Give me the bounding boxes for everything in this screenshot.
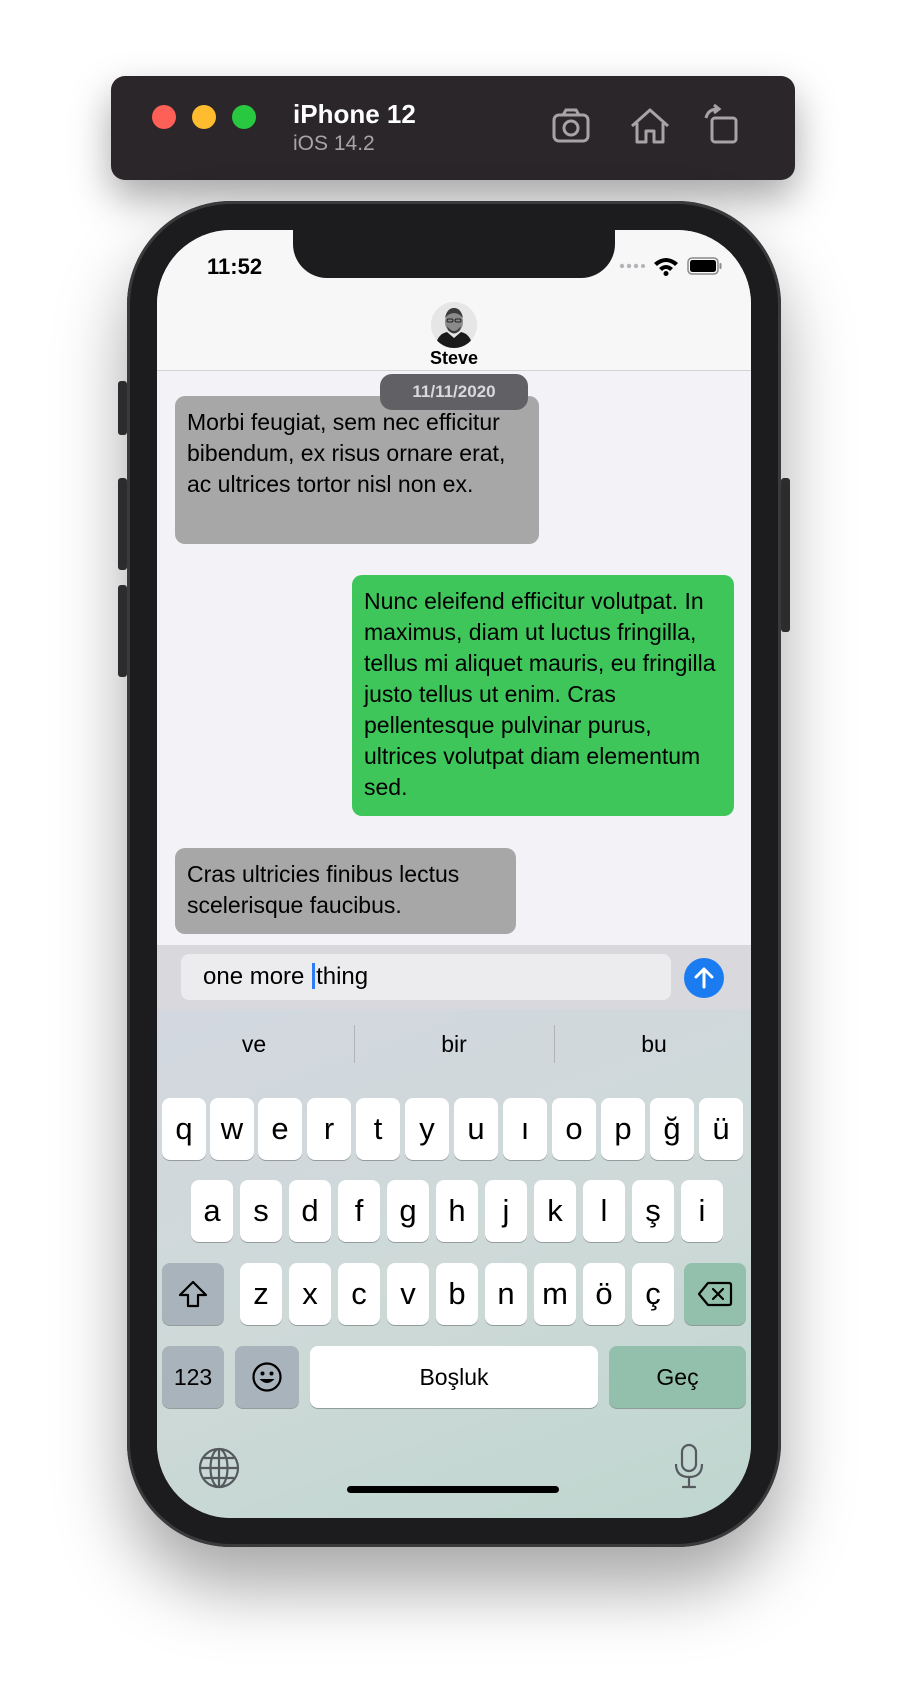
key[interactable]: c	[338, 1263, 380, 1325]
key[interactable]: s	[240, 1180, 282, 1242]
arrow-up-icon	[694, 967, 714, 989]
key[interactable]: h	[436, 1180, 478, 1242]
key[interactable]: g	[387, 1180, 429, 1242]
globe-icon[interactable]	[197, 1446, 241, 1490]
key[interactable]: x	[289, 1263, 331, 1325]
key[interactable]: i	[681, 1180, 723, 1242]
keyboard: ve bir bu q w e r t y u ı o p ğ ü a s d …	[157, 1009, 751, 1518]
key[interactable]: r	[307, 1098, 351, 1160]
status-time: 11:52	[207, 254, 263, 279]
key[interactable]: ö	[583, 1263, 625, 1325]
key[interactable]: ş	[632, 1180, 674, 1242]
key[interactable]: n	[485, 1263, 527, 1325]
emoji-icon	[252, 1362, 282, 1392]
home-indicator[interactable]	[347, 1486, 559, 1493]
key[interactable]: d	[289, 1180, 331, 1242]
shift-icon	[178, 1280, 208, 1308]
os-version: iOS 14.2	[293, 132, 375, 155]
message-input-text-after: thing	[316, 963, 369, 990]
key[interactable]: k	[534, 1180, 576, 1242]
key[interactable]: t	[356, 1098, 400, 1160]
key[interactable]: ı	[503, 1098, 547, 1160]
space-key[interactable]: Boşluk	[310, 1346, 598, 1408]
shift-key[interactable]	[162, 1263, 224, 1325]
delete-key[interactable]	[684, 1263, 746, 1325]
key[interactable]: e	[258, 1098, 302, 1160]
suggestion-1[interactable]: ve	[157, 1031, 351, 1058]
simulator-toolbar	[111, 76, 795, 180]
message-bubble-outgoing[interactable]: Nunc eleifend efficitur volutpat. In max…	[352, 575, 734, 816]
emoji-key[interactable]	[235, 1346, 299, 1408]
battery-icon	[687, 257, 722, 275]
send-button[interactable]	[684, 958, 724, 998]
message-bubble-incoming[interactable]: Cras ultricies finibus lectus scelerisqu…	[175, 848, 516, 934]
date-pill: 11/11/2020	[380, 374, 528, 410]
key[interactable]: j	[485, 1180, 527, 1242]
notch	[293, 230, 615, 278]
numbers-key[interactable]: 123	[162, 1346, 224, 1408]
wifi-icon	[654, 258, 678, 276]
suggestion-divider	[554, 1025, 555, 1063]
key[interactable]: f	[338, 1180, 380, 1242]
rotate-icon[interactable]	[700, 104, 744, 148]
key[interactable]: l	[583, 1180, 625, 1242]
key[interactable]: p	[601, 1098, 645, 1160]
screenshot-icon[interactable]	[549, 104, 593, 148]
volume-down-button	[118, 585, 127, 677]
cellular-signal-icon	[619, 263, 645, 269]
status-icons	[619, 256, 723, 276]
key[interactable]: q	[162, 1098, 206, 1160]
microphone-icon[interactable]	[673, 1443, 705, 1491]
suggestion-divider	[354, 1025, 355, 1063]
key[interactable]: z	[240, 1263, 282, 1325]
key[interactable]: y	[405, 1098, 449, 1160]
suggestion-3[interactable]: bu	[557, 1031, 751, 1058]
key[interactable]: u	[454, 1098, 498, 1160]
key[interactable]: w	[210, 1098, 254, 1160]
message-input[interactable]: one more thing	[181, 954, 671, 1000]
phone-screen: Steve 11:52 Morbi feugiat, sem nec effic…	[157, 230, 751, 1518]
minimize-window-button[interactable]	[192, 105, 216, 129]
key[interactable]: ğ	[650, 1098, 694, 1160]
power-button	[781, 478, 790, 632]
home-icon[interactable]	[628, 104, 672, 148]
key[interactable]: o	[552, 1098, 596, 1160]
zoom-window-button[interactable]	[232, 105, 256, 129]
contact-avatar[interactable]	[431, 302, 477, 348]
return-key[interactable]: Geç	[609, 1346, 746, 1408]
contact-name[interactable]: Steve	[157, 348, 751, 369]
device-name: iPhone 12	[293, 99, 416, 129]
backspace-icon	[697, 1281, 733, 1307]
key[interactable]: ü	[699, 1098, 743, 1160]
key[interactable]: ç	[632, 1263, 674, 1325]
key[interactable]: m	[534, 1263, 576, 1325]
key[interactable]: b	[436, 1263, 478, 1325]
silent-switch	[118, 381, 127, 435]
suggestion-2[interactable]: bir	[357, 1031, 551, 1058]
key[interactable]: v	[387, 1263, 429, 1325]
message-input-text-before: one more	[203, 963, 312, 990]
composer-bar: one more thing	[157, 945, 751, 1009]
volume-up-button	[118, 478, 127, 570]
message-bubble-incoming[interactable]: Morbi feugiat, sem nec efficitur bibendu…	[175, 396, 539, 544]
close-window-button[interactable]	[152, 105, 176, 129]
text-caret	[312, 963, 316, 989]
key[interactable]: a	[191, 1180, 233, 1242]
